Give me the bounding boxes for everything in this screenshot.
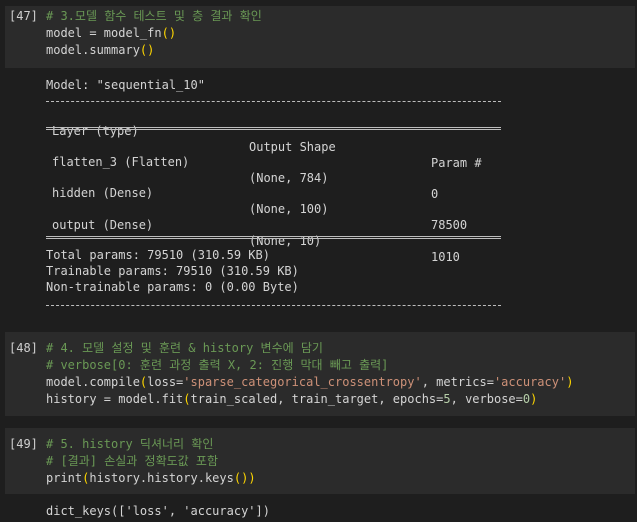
divider (46, 305, 501, 306)
header-layer: Layer (type) (52, 124, 139, 138)
code-token: , verbose= (450, 392, 523, 406)
code-token: ) (566, 375, 574, 389)
code-token: loss= (147, 375, 184, 389)
total-params: Total params: 79510 (310.59 KB) (46, 248, 270, 262)
table-row: flatten_3 (Flatten) (None, 784) 0 (46, 138, 506, 201)
param-cell: 1010 (431, 250, 460, 264)
layer-cell: hidden (Dense) (52, 186, 154, 200)
divider (46, 101, 501, 102)
code-line: # [결과] 손실과 정확도값 포함 (46, 453, 218, 470)
code-token: () (139, 43, 155, 57)
code-token: ) (248, 471, 256, 485)
execution-count-49: [49] (9, 437, 38, 451)
code-token: # verbose[0: 훈련 과정 출력 X, 2: 진행 막대 빼고 출력] (46, 358, 389, 372)
execution-count-47: [47] (9, 9, 38, 23)
non-trainable-params: Non-trainable params: 0 (0.00 Byte) (46, 280, 299, 294)
code-token: () (161, 26, 177, 40)
trainable-params: Trainable params: 79510 (310.59 KB) (46, 264, 299, 278)
table-row: output (Dense) (None, 10) 1010 (46, 201, 506, 264)
code-token: # 4. 모델 설정 및 훈련 & history 변수에 담기 (46, 341, 323, 355)
code-token: () (233, 471, 249, 485)
code-token: 5 (443, 392, 451, 406)
code-token: print (46, 471, 83, 485)
code-token: # [결과] 손실과 정확도값 포함 (46, 454, 219, 468)
code-token: model.summary (46, 43, 140, 57)
model-name-line: Model: "sequential_10" (46, 78, 205, 92)
layer-cell: flatten_3 (Flatten) (52, 155, 190, 169)
code-token: model.compile (46, 375, 140, 389)
table-row: hidden (Dense) (None, 100) 78500 (46, 169, 506, 232)
code-line: print(history.history.keys()) (46, 470, 256, 487)
code-token: model = model_fn (46, 26, 162, 40)
execution-count-48: [48] (9, 341, 38, 355)
code-token: history.history.keys (89, 471, 234, 485)
summary-header-row: Layer (type) Output Shape Param # (46, 107, 506, 170)
code-token: ( (183, 392, 191, 406)
code-cell-47[interactable]: [47] # 3.모델 함수 테스트 및 층 결과 확인 model = mod… (0, 0, 637, 325)
cell-output: dict_keys(['loss', 'accuracy']) (46, 504, 270, 518)
code-token: # 5. history 딕셔너리 확인 (46, 437, 214, 451)
code-token: 'sparse_categorical_crossentropy' (183, 375, 422, 389)
code-line: # 3.모델 함수 테스트 및 층 결과 확인 (46, 8, 262, 25)
code-token: history = model.fit (46, 392, 184, 406)
code-token: , metrics= (421, 375, 494, 389)
code-line: model = model_fn() (46, 25, 176, 42)
code-token: # 3.모델 함수 테스트 및 층 결과 확인 (46, 9, 262, 23)
code-line: # 5. history 딕셔너리 확인 (46, 436, 213, 453)
code-cell-48[interactable]: [48] # 4. 모델 설정 및 훈련 & history 변수에 담기 # … (0, 330, 637, 418)
param-cell: 78500 (431, 218, 468, 232)
code-line: # 4. 모델 설정 및 훈련 & history 변수에 담기 (46, 340, 323, 357)
code-token: 'accuracy' (493, 375, 567, 389)
code-line: model.compile(loss='sparse_categorical_c… (46, 374, 573, 391)
code-token: ) (530, 392, 538, 406)
param-cell: 0 (431, 187, 439, 201)
code-line: # verbose[0: 훈련 과정 출력 X, 2: 진행 막대 빼고 출력] (46, 357, 388, 374)
double-divider (46, 236, 501, 239)
code-cell-49[interactable]: [49] # 5. history 딕셔너리 확인 # [결과] 손실과 정확도… (0, 426, 637, 522)
double-divider (46, 127, 501, 130)
code-token: train_scaled, train_target, epochs= (190, 392, 444, 406)
code-line: history = model.fit(train_scaled, train_… (46, 391, 537, 408)
layer-cell: output (Dense) (52, 218, 154, 232)
code-line: model.summary() (46, 42, 154, 59)
